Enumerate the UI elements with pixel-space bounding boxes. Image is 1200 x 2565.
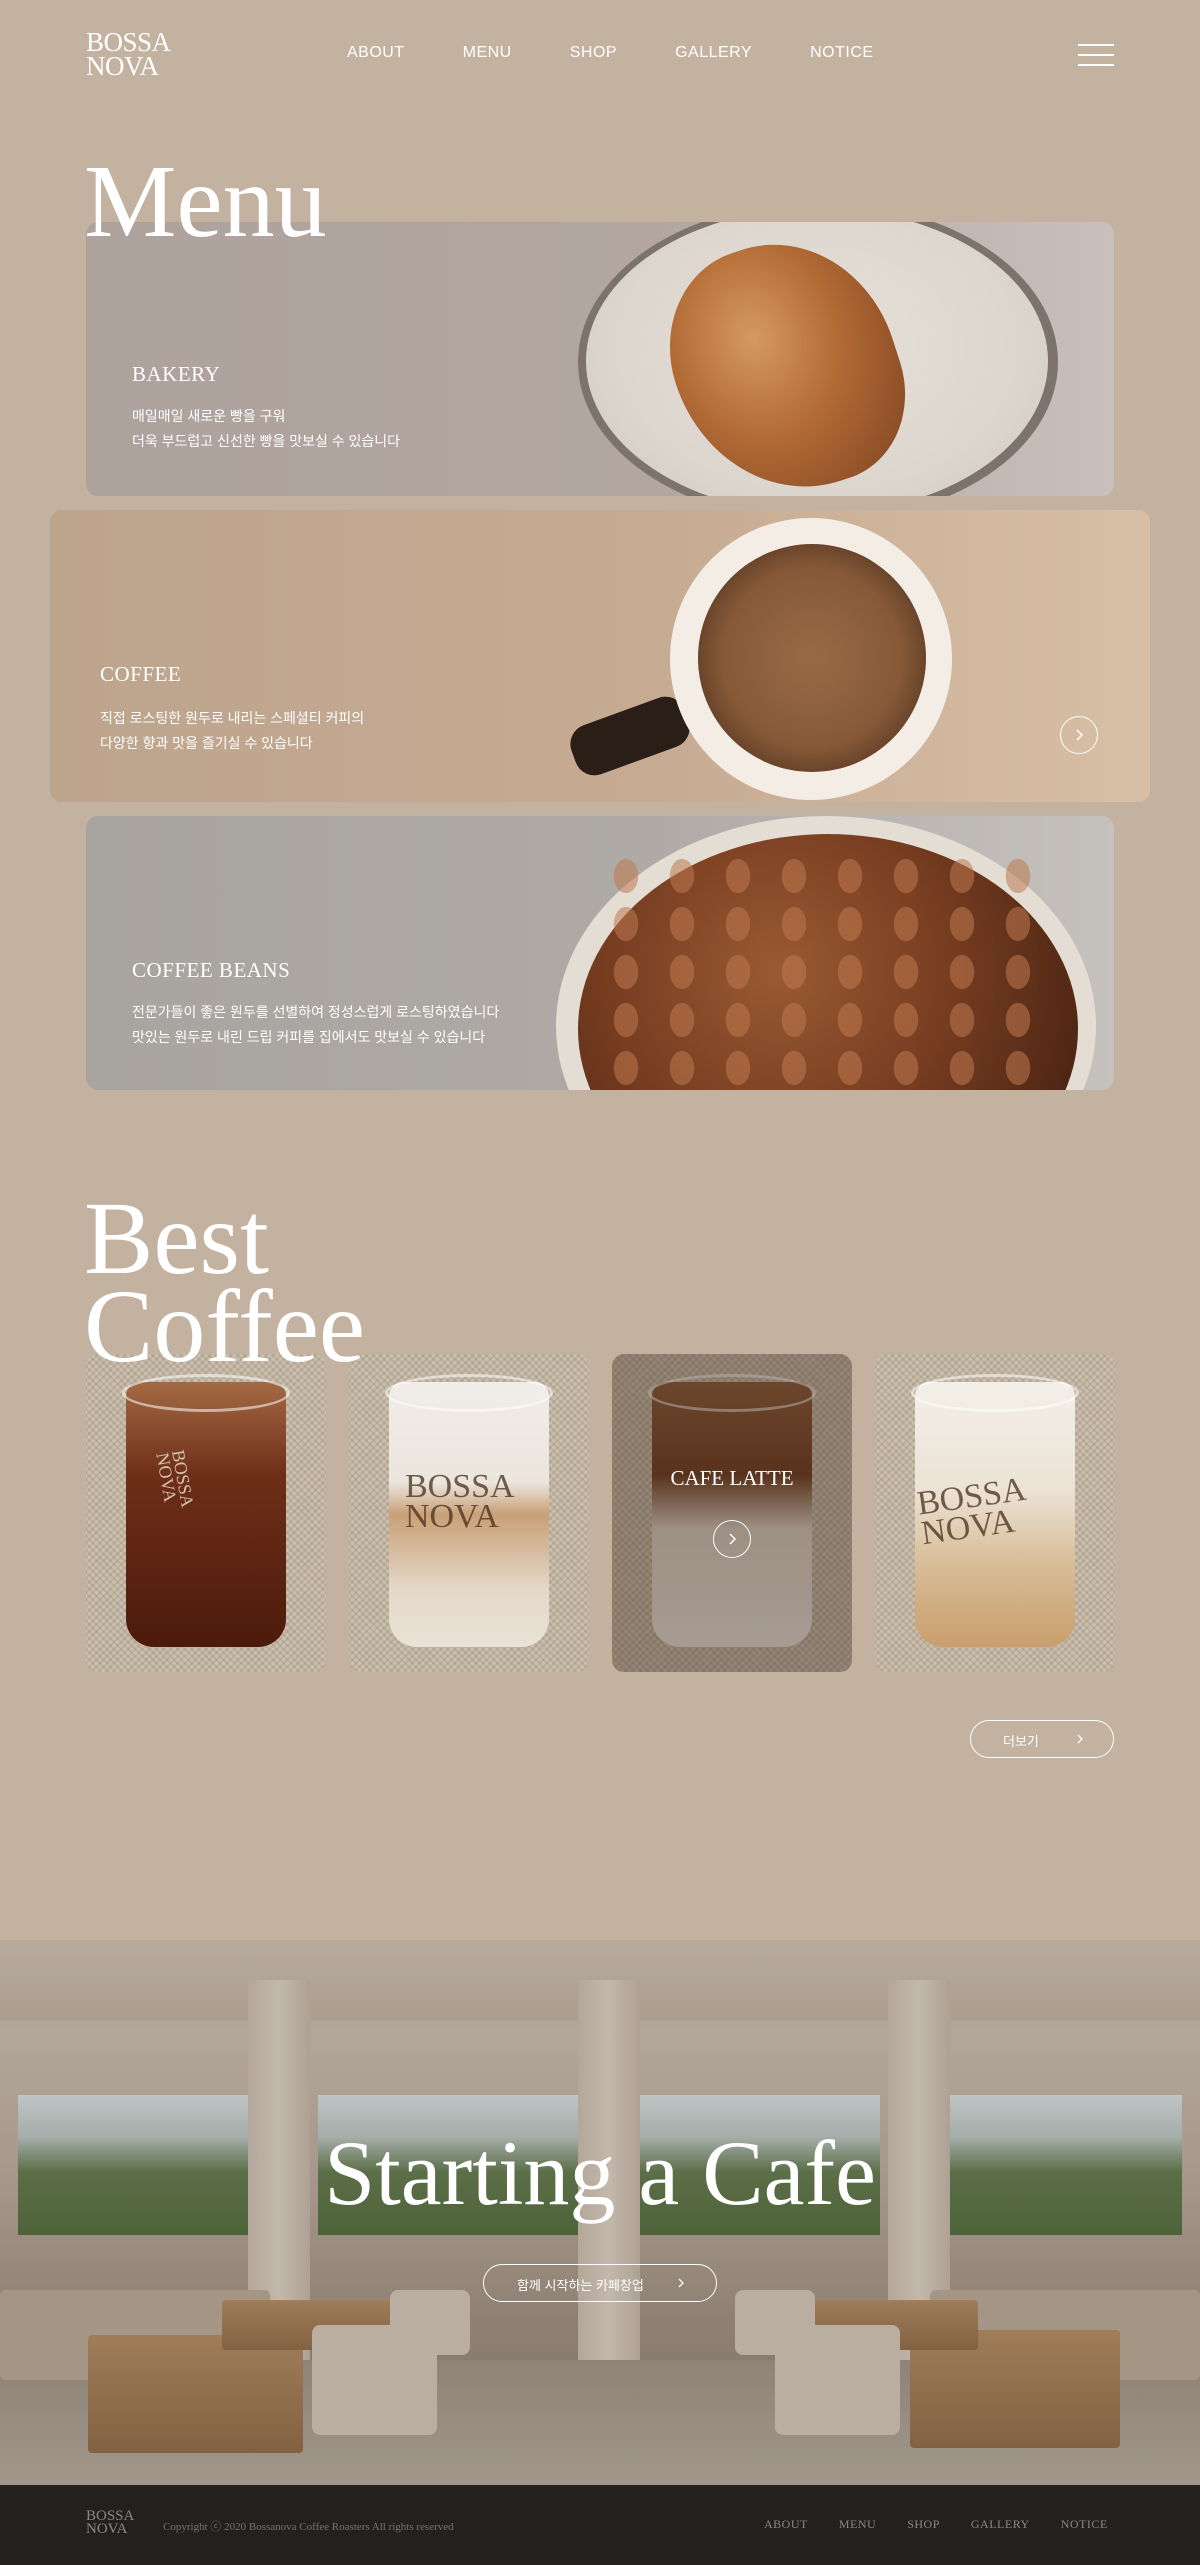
glass-brand-print: BOSSA NOVA (152, 1448, 198, 1509)
card-title: BAKERY (132, 362, 221, 386)
logo-line2: NOVA (86, 51, 159, 81)
menu-section-title: Menu (84, 144, 327, 259)
product-arrow-button[interactable] (713, 1520, 751, 1558)
menu-card-coffee[interactable]: COFFEE 직접 로스팅한 원두로 내리는 스페셜티 커피의 다양한 향과 맛… (50, 510, 1150, 802)
best-title-line2: Coffee (84, 1269, 366, 1384)
coffee-card-arrow-button[interactable] (1060, 716, 1098, 754)
start-cafe-button[interactable]: 함께 시작하는 카페창업 (483, 2264, 717, 2302)
card-desc-line1: 전문가들이 좋은 원두를 선별하여 정성스럽게 로스팅하였습니다 (132, 1004, 500, 1020)
iced-americano-image (126, 1382, 286, 1647)
start-cafe-button-label: 함께 시작하는 카페창업 (517, 2278, 644, 2293)
card-desc-line1: 직접 로스팅한 원두로 내리는 스페셜티 커피의 (100, 710, 365, 726)
glass-brand-print: BOSSA NOVA (914, 1470, 1029, 1553)
hover-overlay (612, 1354, 852, 1672)
glass-brand-print: BOSSA NOVA (405, 1468, 515, 1535)
card-desc-line2: 더욱 부드럽고 신선한 빵을 맛보실 수 있습니다 (132, 433, 401, 449)
nav-shop[interactable]: SHOP (570, 44, 617, 62)
product-cafe-latte[interactable]: CAFE LATTE (612, 1354, 852, 1672)
footer-logo-line2: NOVA (86, 2521, 128, 2537)
nav-notice[interactable]: NOTICE (810, 44, 873, 62)
product-milk-coffee[interactable]: BOSSA NOVA (349, 1354, 589, 1672)
product-label: CAFE LATTE (670, 1466, 794, 1490)
site-header: BOSSA NOVA ABOUT MENU SHOP GALLERY NOTIC… (0, 0, 1200, 110)
chevron-right-icon (678, 2278, 684, 2288)
chevron-right-icon (1077, 1734, 1083, 1744)
footer-nav-notice[interactable]: NOTICE (1061, 2517, 1108, 2532)
footer-logo[interactable]: BOSSA NOVA (86, 2509, 134, 2537)
footer-nav-menu[interactable]: MENU (839, 2517, 876, 2532)
best-coffee-title: Best Coffee (84, 1187, 366, 1384)
nav-about[interactable]: ABOUT (347, 44, 405, 62)
hamburger-menu-icon[interactable] (1078, 44, 1114, 66)
card-description: 매일매일 새로운 빵을 구워 더욱 부드럽고 신선한 빵을 맛보실 수 있습니다 (132, 404, 400, 454)
chevron-right-icon (1076, 729, 1084, 741)
copyright-text: Copyright ⓒ 2020 Bossanova Coffee Roaste… (163, 2521, 454, 2533)
main-nav: ABOUT MENU SHOP GALLERY NOTICE (347, 44, 932, 62)
menu-card-bakery[interactable]: BAKERY 매일매일 새로운 빵을 구워 더욱 부드럽고 신선한 빵을 맛보실… (86, 222, 1114, 496)
card-title: COFFEE BEANS (132, 958, 291, 982)
footer-nav-about[interactable]: ABOUT (764, 2517, 808, 2532)
footer-nav-gallery[interactable]: GALLERY (971, 2517, 1030, 2532)
card-desc-line1: 매일매일 새로운 빵을 구워 (132, 408, 286, 424)
cafe-hero-title: Starting a Cafe (324, 2122, 876, 2224)
more-button[interactable]: 더보기 (970, 1720, 1114, 1758)
logo[interactable]: BOSSA NOVA (86, 29, 171, 81)
card-desc-line2: 다양한 향과 맛을 즐기실 수 있습니다 (100, 735, 313, 751)
cafe-hero-image: Starting a Cafe (0, 1940, 1200, 2485)
cup-handle-image (564, 691, 696, 781)
card-description: 전문가들이 좋은 원두를 선별하여 정성스럽게 로스팅하였습니다 맛있는 원두로… (132, 1000, 499, 1050)
nav-gallery[interactable]: GALLERY (675, 44, 752, 62)
product-iced-latte[interactable]: BOSSA NOVA (875, 1354, 1115, 1672)
footer-nav-shop[interactable]: SHOP (907, 2517, 940, 2532)
footer-nav: ABOUT MENU SHOP GALLERY NOTICE (764, 2517, 1139, 2532)
site-footer: BOSSA NOVA Copyright ⓒ 2020 Bossanova Co… (0, 2485, 1200, 2565)
menu-card-coffee-beans[interactable]: COFFEE BEANS 전문가들이 좋은 원두를 선별하여 정성스럽게 로스팅… (86, 816, 1114, 1090)
nav-menu[interactable]: MENU (463, 44, 512, 62)
card-title: COFFEE (100, 662, 182, 686)
product-americano[interactable]: BOSSA NOVA (86, 1354, 326, 1672)
card-desc-line2: 맛있는 원두로 내린 드립 커피를 집에서도 맛보실 수 있습니다 (132, 1029, 486, 1045)
chevron-right-icon (729, 1533, 737, 1545)
more-button-label: 더보기 (1003, 1734, 1039, 1749)
card-description: 직접 로스팅한 원두로 내리는 스페셜티 커피의 다양한 향과 맛을 즐기실 수… (100, 706, 364, 756)
